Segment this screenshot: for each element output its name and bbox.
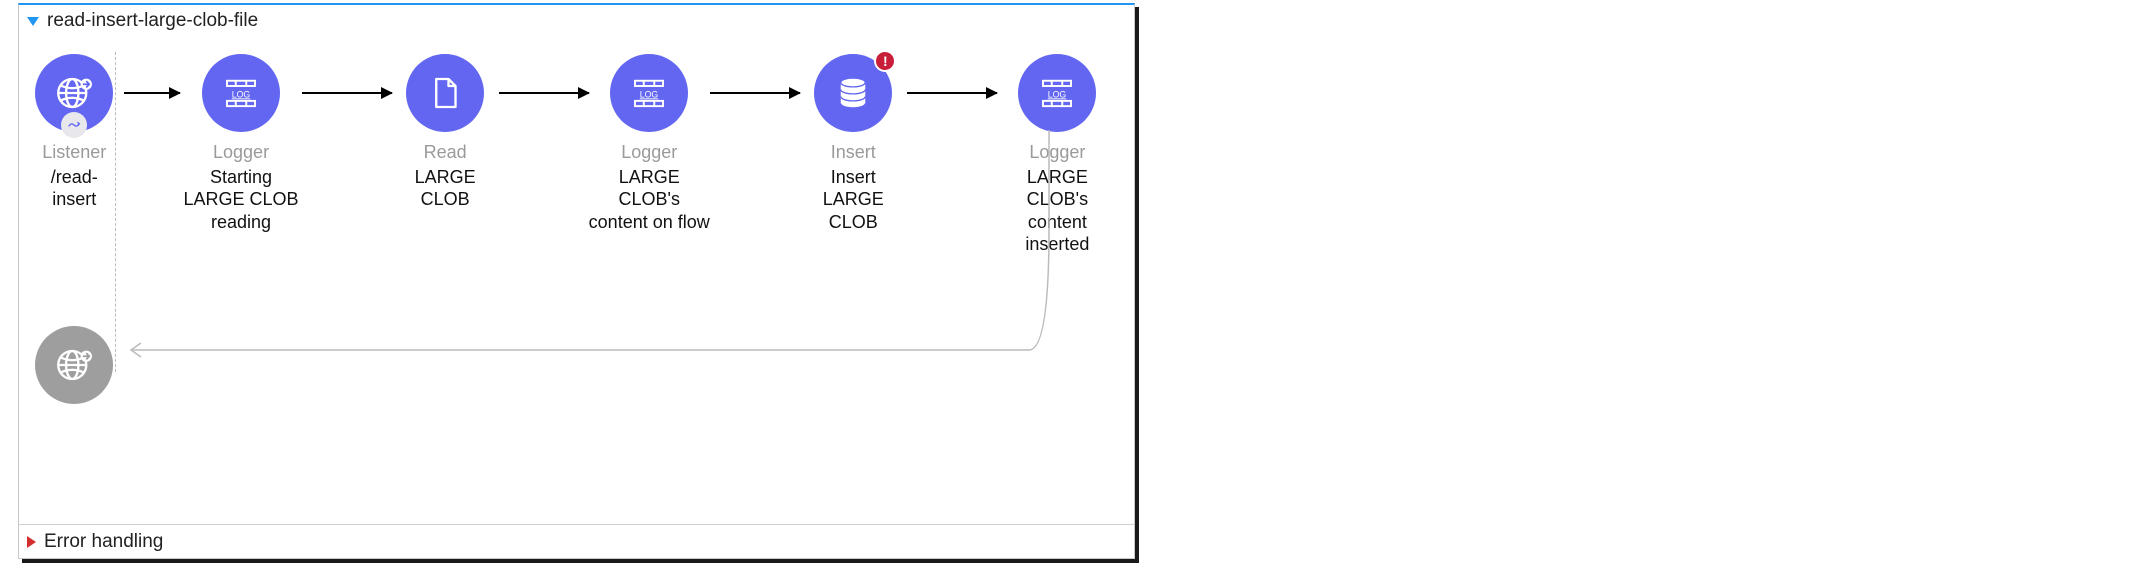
database-icon bbox=[832, 72, 874, 114]
flow-arrow bbox=[907, 54, 997, 132]
svg-text:LOG: LOG bbox=[232, 89, 251, 99]
flow-node-logger[interactable]: LOG Logger LARGE CLOB's content on flow bbox=[589, 54, 710, 233]
node-circle bbox=[406, 54, 484, 132]
flow-node-listener[interactable]: Listener /read-insert bbox=[35, 54, 113, 211]
error-handling-section[interactable]: Error handling bbox=[19, 524, 1134, 559]
globe-icon bbox=[53, 344, 95, 386]
return-path bbox=[123, 290, 1067, 291]
node-circle bbox=[35, 54, 113, 132]
node-circle: LOG bbox=[1018, 54, 1096, 132]
connector-badge-icon bbox=[61, 112, 87, 138]
svg-text:LOG: LOG bbox=[640, 89, 659, 99]
node-circle: LOG bbox=[202, 54, 280, 132]
flow-node-logger[interactable]: LOG Logger LARGE CLOB's content inserted bbox=[997, 54, 1118, 256]
node-type: Logger bbox=[621, 142, 677, 164]
flow-canvas: read-insert-large-clob-file bbox=[18, 3, 1135, 559]
error-badge-icon: ! bbox=[874, 50, 896, 72]
file-icon bbox=[424, 72, 466, 114]
node-label: LARGE CLOB's content inserted bbox=[997, 166, 1118, 256]
node-circle: ! bbox=[814, 54, 892, 132]
node-type: Logger bbox=[1029, 142, 1085, 164]
node-label: LARGE CLOB's content on flow bbox=[589, 166, 710, 234]
svg-text:LOG: LOG bbox=[1048, 89, 1067, 99]
error-section-label: Error handling bbox=[44, 531, 163, 553]
chevron-right-icon bbox=[27, 536, 36, 548]
log-icon: LOG bbox=[220, 72, 262, 114]
flow-node-insert[interactable]: ! Insert Insert LARGE CLOB bbox=[800, 54, 907, 233]
log-icon: LOG bbox=[1036, 72, 1078, 114]
node-type: Logger bbox=[213, 142, 269, 164]
flow-name: read-insert-large-clob-file bbox=[47, 10, 258, 32]
node-label: LARGE CLOB bbox=[392, 166, 499, 211]
node-label: /read-insert bbox=[35, 166, 113, 211]
log-icon: LOG bbox=[628, 72, 670, 114]
node-label: Insert LARGE CLOB bbox=[800, 166, 907, 234]
node-circle bbox=[35, 326, 113, 404]
source-divider bbox=[115, 52, 116, 372]
flow-node-logger[interactable]: LOG Logger Starting LARGE CLOB reading bbox=[180, 54, 301, 233]
node-label: Starting LARGE CLOB reading bbox=[180, 166, 301, 234]
node-type: Read bbox=[424, 142, 467, 164]
globe-icon bbox=[53, 72, 95, 114]
flow-header[interactable]: read-insert-large-clob-file bbox=[19, 5, 1134, 36]
node-circle: LOG bbox=[610, 54, 688, 132]
flow-body: Listener /read-insert LOG Logger S bbox=[19, 36, 1134, 524]
node-type: Listener bbox=[42, 142, 106, 164]
chevron-down-icon bbox=[27, 17, 39, 26]
flow-arrow bbox=[124, 54, 180, 132]
node-type: Insert bbox=[831, 142, 876, 164]
flow-nodes-row: Listener /read-insert LOG Logger S bbox=[35, 54, 1118, 314]
flow-arrow bbox=[499, 54, 589, 132]
response-node[interactable] bbox=[35, 326, 113, 404]
flow-node-read[interactable]: Read LARGE CLOB bbox=[392, 54, 499, 211]
flow-arrow bbox=[710, 54, 800, 132]
flow-arrow bbox=[302, 54, 392, 132]
